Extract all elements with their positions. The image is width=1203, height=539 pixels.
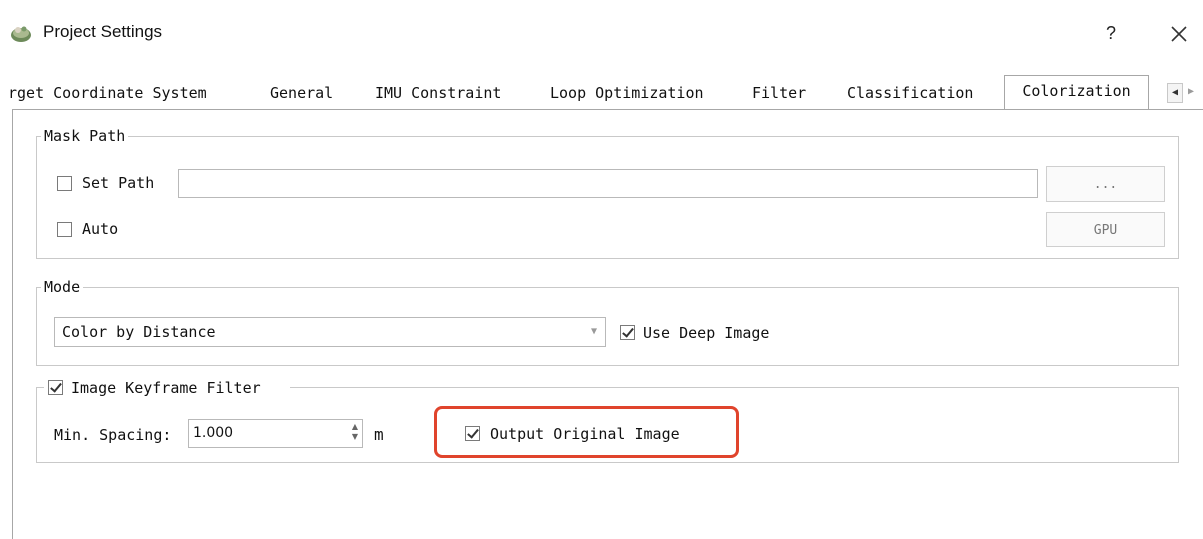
app-logo-icon: [11, 26, 31, 42]
mask-path-legend: Mask Path: [41, 127, 129, 145]
title-bar: Project Settings ?: [0, 0, 1203, 68]
auto-checkbox[interactable]: [57, 222, 72, 237]
mode-select[interactable]: Color by Distance ▼: [54, 317, 606, 347]
tab-colorization[interactable]: Colorization: [1004, 75, 1149, 109]
mask-path-input[interactable]: [178, 169, 1038, 198]
unit-label: m: [374, 425, 384, 444]
keyframe-filter-checkbox[interactable]: [48, 380, 63, 395]
min-spacing-value: 1.000: [193, 425, 234, 441]
help-button[interactable]: ?: [1100, 20, 1122, 46]
tab-target-coordinate-system[interactable]: rget Coordinate System: [8, 79, 207, 107]
spinner-arrows-icon[interactable]: ▲ ▼: [352, 422, 358, 442]
set-path-checkbox[interactable]: [57, 176, 72, 191]
gpu-button[interactable]: GPU: [1046, 212, 1165, 247]
tab-bar: rget Coordinate System General IMU Const…: [0, 75, 1203, 110]
window-title: Project Settings: [43, 22, 163, 41]
output-original-image-label: Output Original Image: [490, 425, 680, 443]
min-spacing-label: Min. Spacing:: [54, 426, 172, 444]
tab-filter[interactable]: Filter: [752, 79, 806, 107]
tab-imu-constraint[interactable]: IMU Constraint: [375, 79, 501, 107]
set-path-label: Set Path: [82, 174, 155, 192]
tab-general[interactable]: General: [270, 79, 333, 107]
keyframe-filter-label: Image Keyframe Filter: [71, 379, 261, 397]
tab-loop-optimization[interactable]: Loop Optimization: [550, 79, 704, 107]
auto-label: Auto: [82, 220, 119, 238]
use-deep-image-label: Use Deep Image: [643, 324, 770, 342]
min-spacing-input[interactable]: 1.000 ▲ ▼: [188, 419, 363, 448]
tab-scroll-left-icon[interactable]: ◀: [1167, 83, 1183, 103]
tab-classification[interactable]: Classification: [847, 79, 973, 107]
close-icon[interactable]: [1164, 20, 1194, 48]
use-deep-image-checkbox[interactable]: [620, 325, 635, 340]
chevron-down-icon: ▼: [590, 326, 597, 337]
browse-button[interactable]: ...: [1046, 166, 1165, 202]
mode-select-value: Color by Distance: [62, 323, 216, 341]
output-original-image-checkbox[interactable]: [465, 426, 480, 441]
tab-scroll-right-icon[interactable]: ▶: [1184, 83, 1198, 101]
mode-legend: Mode: [41, 278, 84, 296]
